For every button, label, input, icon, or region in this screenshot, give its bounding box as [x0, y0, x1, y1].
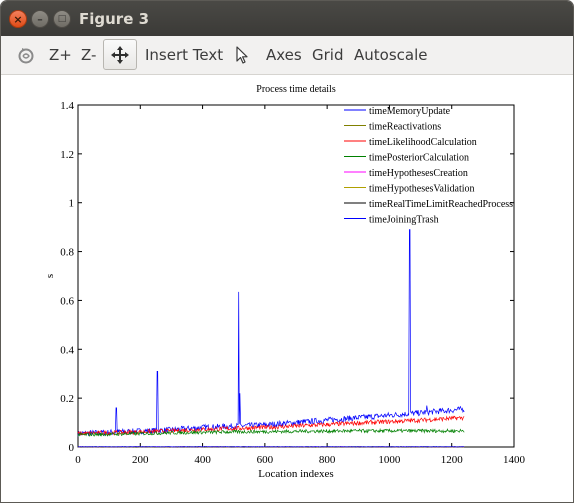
insert-text-label: Insert Text	[145, 46, 224, 64]
x-tick-label: 1400	[503, 454, 526, 466]
legend-label-timeHypothesesValidation: timeHypothesesValidation	[369, 184, 475, 195]
window-title: Figure 3	[79, 10, 150, 28]
x-tick-label: 200	[132, 454, 149, 466]
y-tick-label: 0.2	[60, 393, 74, 405]
x-tick-label: 800	[319, 454, 336, 466]
minimize-icon: –	[37, 12, 43, 26]
legend-label-timeHypothesesCreation: timeHypothesesCreation	[369, 168, 468, 179]
y-tick-label: 1	[69, 198, 75, 210]
y-tick-label: 0	[69, 442, 75, 454]
zoom-out-label: Z-	[81, 46, 97, 64]
zoom-in-button[interactable]: Z+	[49, 36, 72, 74]
pan-arrows-icon	[111, 45, 129, 64]
x-tick-label: 0	[75, 454, 81, 466]
axes-label: Axes	[266, 46, 302, 64]
plot-area[interactable]: 0 200 400 600 800 1000 1200 1400 0 0.2 0.4 0.6 0.8 1 1…	[1, 75, 573, 502]
minimize-button[interactable]: –	[31, 10, 49, 28]
autoscale-label: Autoscale	[354, 46, 428, 64]
x-tick-label: 600	[257, 454, 274, 466]
legend-label-timeJoiningTrash: timeJoiningTrash	[369, 215, 439, 226]
rotate-button[interactable]	[13, 39, 39, 70]
y-tick-label: 0.6	[60, 295, 74, 307]
axes-button[interactable]: Axes	[266, 36, 302, 74]
legend-label-timeRealTimeLimitReachedProcess: timeRealTimeLimitReachedProcess	[369, 199, 513, 210]
pointer-icon	[236, 45, 248, 64]
title-bar[interactable]: × – □ Figure 3	[1, 1, 573, 36]
grid-button[interactable]: Grid	[312, 36, 343, 74]
y-tick-label: 1.4	[60, 100, 74, 112]
maximize-icon: □	[57, 13, 67, 24]
close-icon: ×	[13, 12, 23, 26]
legend-label-timeLikelihoodCalculation: timeLikelihoodCalculation	[369, 137, 477, 148]
zoom-out-button[interactable]: Z-	[81, 36, 96, 74]
y-tick-label: 1.2	[60, 149, 74, 161]
x-tick-label: 1200	[441, 454, 464, 466]
series-line-timeMemoryUpdate	[77, 229, 465, 437]
autoscale-button[interactable]: Autoscale	[354, 36, 427, 74]
x-tick-label: 400	[194, 454, 211, 466]
legend-label-timeMemoryUpdate: timeMemoryUpdate	[369, 106, 451, 117]
legend-label-timeReactivations: timeReactivations	[369, 122, 441, 133]
legend-label-timePosteriorCalculation: timePosteriorCalculation	[369, 153, 469, 164]
rotate-icon	[18, 47, 34, 63]
insert-text-button[interactable]: Insert Text	[145, 36, 223, 74]
close-button[interactable]: ×	[9, 10, 27, 28]
grid-label: Grid	[312, 46, 344, 64]
y-tick-label: 0.4	[60, 344, 74, 356]
x-tick-label: 1000	[378, 454, 401, 466]
pointer-button[interactable]	[231, 39, 253, 70]
x-axis-label: Location indexes	[258, 468, 333, 480]
figure-window: × – □ Figure 3 Z+ Z- Insert Text Axes Gr…	[0, 0, 574, 503]
y-axis-label: s	[44, 274, 56, 278]
chart[interactable]: 0 200 400 600 800 1000 1200 1400 0 0.2 0.4 0.6 0.8 1 1…	[1, 75, 573, 502]
zoom-in-label: Z+	[49, 46, 72, 64]
toolbar: Z+ Z- Insert Text Axes Grid Autoscale	[1, 36, 573, 75]
y-tick-label: 0.8	[60, 247, 74, 259]
pan-button[interactable]	[103, 39, 137, 70]
maximize-button[interactable]: □	[53, 10, 71, 28]
chart-title: Process time details	[256, 84, 336, 95]
